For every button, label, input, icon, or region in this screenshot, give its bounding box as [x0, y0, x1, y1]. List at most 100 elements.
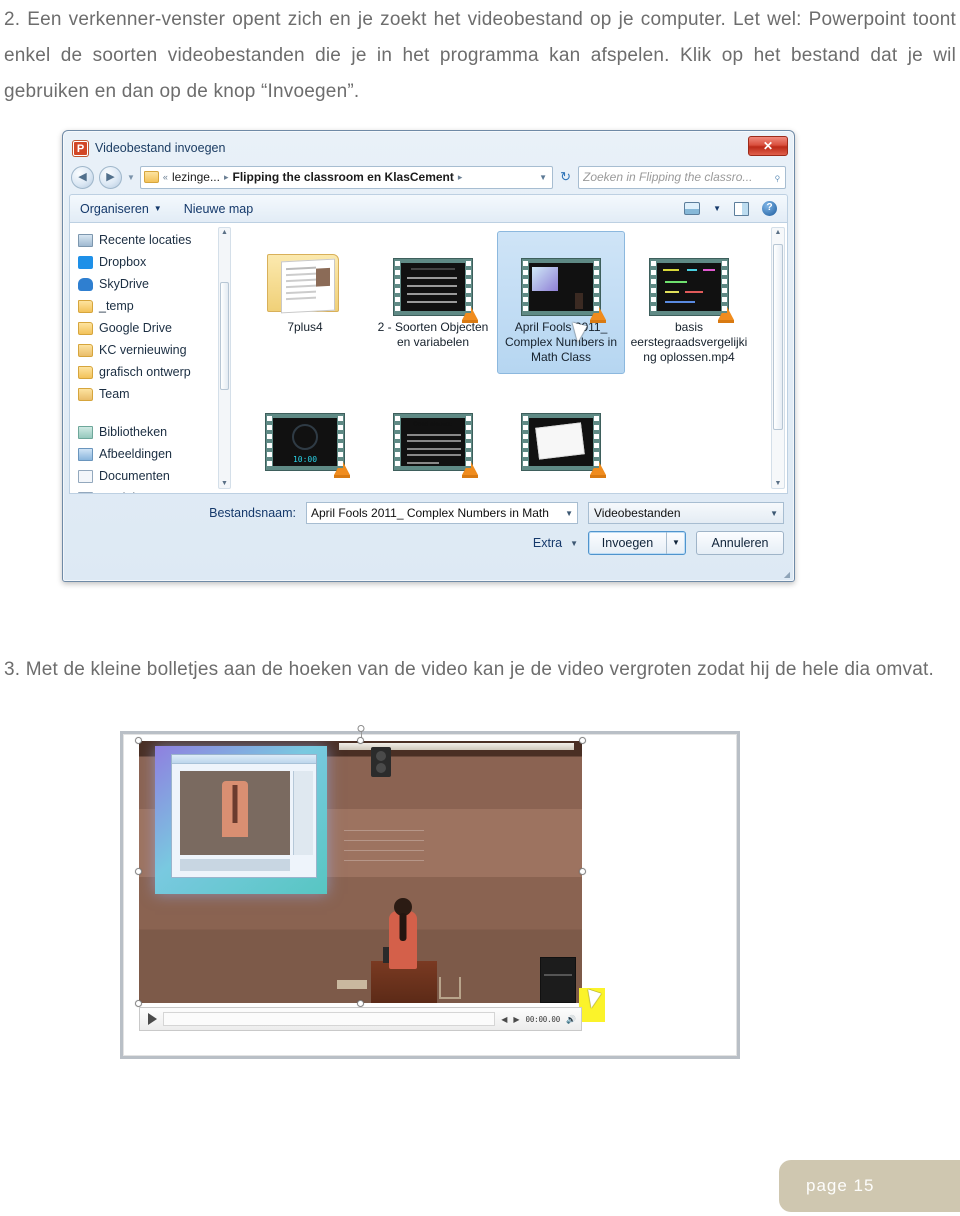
step3-paragraph: 3. Met de kleine bolletjes aan de hoeken… — [4, 659, 934, 680]
folder-thumbnail-icon — [267, 250, 343, 316]
handle-mid-left[interactable] — [135, 868, 142, 875]
file-item-april-fools[interactable]: April Fools 2011_ Complex Numbers in Mat… — [497, 231, 625, 374]
sidebar-item-label: Recente locaties — [99, 233, 192, 247]
folder-icon — [78, 321, 93, 335]
file-name: 7plus4 — [287, 320, 323, 334]
vlc-overlay-icon — [462, 460, 478, 478]
dialog-titlebar: P Videobestand invoegen ✕ — [67, 135, 790, 161]
whiteboard-writing — [344, 821, 424, 861]
equipment-cart — [540, 957, 576, 1003]
sidebar-item-label: Team — [99, 387, 130, 401]
view-chevron-down-icon[interactable]: ▼ — [713, 204, 721, 213]
chevron-down-icon[interactable]: ▼ — [565, 509, 573, 518]
navpane-scrollbar[interactable]: ▲ ▼ — [218, 227, 231, 489]
sidebar-item-bibliotheken[interactable]: Bibliotheken — [78, 421, 233, 443]
shared-folder-icon — [78, 387, 93, 401]
file-item-folder[interactable]: 7plus4 — [241, 231, 369, 374]
file-item-tilted-board[interactable] — [497, 386, 625, 484]
vlc-overlay-icon — [462, 305, 478, 323]
scroll-up-icon[interactable]: ▲ — [219, 229, 230, 236]
handle-top-right[interactable] — [579, 737, 586, 744]
breadcrumb-item-1[interactable]: Flipping the classroom en KlasCement — [233, 170, 454, 184]
breadcrumb-item-0[interactable]: lezinge... — [172, 170, 220, 184]
sidebar-item-google-drive[interactable]: Google Drive — [78, 317, 233, 339]
back-icon[interactable]: ◀ — [71, 165, 94, 189]
step-back-icon[interactable]: ◀ — [501, 1015, 507, 1024]
breadcrumb[interactable]: « lezinge... ▸ Flipping the classroom en… — [139, 165, 554, 189]
handle-bottom-left[interactable] — [135, 1000, 142, 1007]
help-icon[interactable]: ? — [762, 201, 777, 216]
sidebar-item-grafisch-ontwerp[interactable]: grafisch ontwerp — [78, 361, 233, 383]
forward-icon[interactable]: ▶ — [99, 165, 122, 189]
scroll-up-icon[interactable]: ▲ — [772, 229, 784, 236]
progress-track[interactable] — [163, 1012, 496, 1026]
search-input[interactable]: Zoeken in Flipping the classro... ⌕ — [578, 165, 786, 189]
sidebar-item-label: grafisch ontwerp — [99, 365, 191, 379]
sidebar-item-afbeeldingen[interactable]: Afbeeldingen — [78, 443, 233, 465]
recent-locations-icon — [78, 233, 93, 247]
scrollbar-thumb[interactable] — [220, 282, 229, 390]
page-number-badge: page 15 — [779, 1160, 960, 1212]
sidebar-item-label: Bibliotheken — [99, 425, 168, 439]
video-playback-bar[interactable]: ◀ ▶ 00:00.00 🔊 — [139, 1007, 582, 1031]
sidebar-item-muziek[interactable]: Muziek — [78, 487, 233, 493]
sidebar-item-dropbox[interactable]: Dropbox — [78, 251, 233, 273]
handle-mid-right[interactable] — [579, 868, 586, 875]
sidebar-item-team[interactable]: Team — [78, 383, 233, 405]
chair — [439, 977, 461, 999]
extra-button[interactable]: Extra ▼ — [533, 536, 578, 550]
resize-grip-icon[interactable]: ◢ — [784, 570, 790, 579]
cancel-button[interactable]: Annuleren — [696, 531, 784, 555]
file-name: April Fools 2011_ Complex Numbers in Mat… — [504, 320, 618, 364]
vlc-overlay-icon — [334, 460, 350, 478]
volume-icon[interactable]: 🔊 — [566, 1015, 576, 1024]
scrollbar-thumb[interactable] — [773, 244, 783, 430]
filename-input[interactable]: April Fools 2011_ Complex Numbers in Mat… — [306, 502, 578, 524]
chevron-down-icon[interactable]: ▼ — [667, 532, 685, 554]
file-type-select[interactable]: Videobestanden ▼ — [588, 502, 784, 524]
play-icon[interactable] — [148, 1013, 157, 1025]
breadcrumb-overflow[interactable]: « — [163, 172, 168, 182]
file-list-scrollbar[interactable]: ▲ ▼ — [771, 227, 785, 489]
folder-icon — [78, 365, 93, 379]
organize-button[interactable]: Organiseren ▼ — [80, 202, 162, 216]
video-object[interactable] — [135, 725, 586, 1007]
video-file-icon: Goed nieuws: — [393, 413, 478, 478]
handle-bottom-center[interactable] — [356, 1000, 364, 1007]
handle-top-left[interactable] — [135, 737, 142, 744]
video-file-icon: 10:00 — [265, 413, 350, 478]
insert-button[interactable]: Invoegen ▼ — [588, 531, 686, 555]
step2-paragraph: 2. Een verkenner-venster opent zich en j… — [4, 9, 956, 102]
sidebar-item-temp[interactable]: _temp — [78, 295, 233, 317]
scroll-down-icon[interactable]: ▼ — [772, 480, 784, 487]
step-forward-icon[interactable]: ▶ — [513, 1015, 519, 1024]
new-folder-button[interactable]: Nieuwe map — [184, 202, 253, 216]
file-item-goed-nieuws[interactable]: Goed nieuws: — [369, 386, 497, 484]
file-item-soorten-objecten[interactable]: 2 - Soorten Objecten en variabelen — [369, 231, 497, 374]
sidebar-item-kc-vernieuwing[interactable]: KC vernieuwing — [78, 339, 233, 361]
preview-pane-icon[interactable] — [734, 201, 749, 216]
chevron-right-icon-2[interactable]: ▸ — [458, 172, 463, 183]
thumbnail — [630, 238, 748, 323]
sidebar-item-recente-locaties[interactable]: Recente locaties — [78, 229, 233, 251]
sidebar-item-label: Documenten — [99, 469, 170, 483]
breadcrumb-dropdown-icon[interactable]: ▼ — [539, 173, 549, 182]
sidebar-item-documenten[interactable]: Documenten — [78, 465, 233, 487]
file-item-basis-eerstegraadsvergelijking[interactable]: basis eerstegraadsvergelijking oplossen.… — [625, 231, 753, 374]
file-item-clock[interactable]: 10:00 — [241, 386, 369, 484]
sidebar-item-label: Dropbox — [99, 255, 147, 269]
command-bar-right: ▼ ? — [684, 201, 777, 216]
scroll-down-icon[interactable]: ▼ — [219, 480, 230, 487]
chevron-down-icon[interactable]: ▼ — [127, 173, 135, 182]
file-name: basis eerstegraadsvergelijking oplossen.… — [630, 320, 748, 364]
handle-top-center[interactable] — [356, 737, 364, 744]
filename-label: Bestandsnaam: — [209, 506, 296, 520]
refresh-icon[interactable]: ↻ — [558, 169, 573, 185]
video-file-icon — [649, 258, 734, 323]
change-view-icon[interactable] — [684, 202, 701, 215]
lecturer-person — [389, 898, 417, 969]
sidebar-item-label: SkyDrive — [99, 277, 150, 291]
close-icon[interactable]: ✕ — [748, 136, 788, 156]
sidebar-item-skydrive[interactable]: SkyDrive — [78, 273, 233, 295]
rotation-handle[interactable] — [357, 725, 364, 732]
